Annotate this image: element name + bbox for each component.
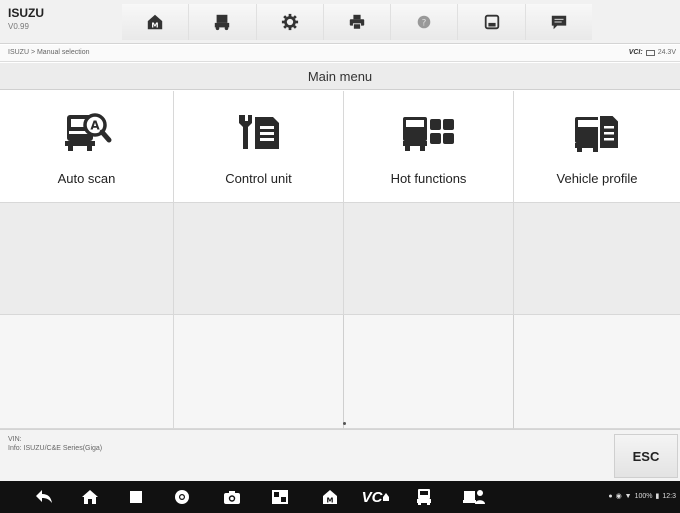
hot-functions-icon xyxy=(402,117,454,151)
control-unit-tile[interactable]: Control unit xyxy=(174,91,344,203)
empty-tile xyxy=(344,203,514,315)
browser-icon xyxy=(175,490,189,504)
hot-functions-tile[interactable]: Hot functions xyxy=(344,91,514,203)
vci-manager-button[interactable]: VC xyxy=(356,481,396,513)
home-icon: M xyxy=(147,14,163,29)
system-status-area: ● ◉ ▼ 100% ▮ 12:3 xyxy=(608,492,676,501)
browser-button[interactable] xyxy=(168,481,196,513)
android-home-icon xyxy=(82,490,98,504)
help-button[interactable]: ? xyxy=(391,4,459,40)
vci-nav-label: VC xyxy=(361,488,383,506)
svg-text:?: ? xyxy=(422,19,427,29)
control-unit-label: Control unit xyxy=(225,171,292,186)
vehicle-info-bar: VIN: Info: ISUZU/C&E Series(Giga) ESC xyxy=(0,429,680,481)
function-grid: A Auto scan Control unit Hot functions V… xyxy=(0,91,680,429)
screen-mirror-button[interactable] xyxy=(266,481,294,513)
truck-icon xyxy=(417,489,431,505)
breadcrumb: ISUZU > Manual selection xyxy=(8,49,90,56)
page-indicator-dot xyxy=(343,422,346,425)
vehicle-profile-icon xyxy=(575,114,620,152)
vci-voltage: 24.3V xyxy=(657,49,676,56)
vci-status: VCI: 24.3V xyxy=(629,49,676,56)
svg-text:M: M xyxy=(327,497,334,505)
system-nav-bar: M VC ● ◉ ▼ 100% ▮ 12:3 xyxy=(0,481,680,513)
clock: 12:3 xyxy=(662,492,676,500)
top-toolbar: ISUZU V0.99 M ? xyxy=(0,0,680,44)
svg-text:M: M xyxy=(152,20,159,29)
remote-support-icon xyxy=(463,490,485,504)
vehicle-profile-label: Vehicle profile xyxy=(556,171,638,186)
esc-button[interactable]: ESC xyxy=(614,434,678,478)
data-logging-icon xyxy=(551,15,567,30)
empty-tile xyxy=(0,203,174,315)
vehicle-profile-tile[interactable]: Vehicle profile xyxy=(514,91,680,203)
empty-tile xyxy=(514,315,680,429)
hot-functions-label: Hot functions xyxy=(390,171,467,186)
brand-version: V0.99 xyxy=(8,22,29,31)
vehicle-battery-icon xyxy=(645,49,655,56)
home-button[interactable]: M xyxy=(122,4,190,40)
location-icon: ● xyxy=(608,492,613,500)
vehicle-brand: ISUZU V0.99 xyxy=(8,6,44,31)
save-icon xyxy=(484,14,499,30)
breadcrumb-bar: ISUZU > Manual selection VCI: 24.3V xyxy=(0,45,680,62)
vci-connected-icon xyxy=(383,493,390,501)
settings-button[interactable] xyxy=(256,4,324,40)
toolbar-buttons: M ? xyxy=(122,4,592,40)
empty-tile xyxy=(514,203,680,315)
empty-tile xyxy=(344,315,514,429)
auto-scan-icon: A xyxy=(64,113,111,151)
print-icon xyxy=(349,14,365,30)
recent-apps-button[interactable] xyxy=(122,481,150,513)
empty-tile xyxy=(0,315,174,429)
vci-label: VCI: xyxy=(628,49,643,56)
control-unit-icon xyxy=(238,115,279,149)
empty-tile xyxy=(174,315,344,429)
maxisys-home-icon: M xyxy=(323,490,337,505)
svg-text:A: A xyxy=(90,119,100,133)
camera-button[interactable] xyxy=(218,481,246,513)
vin-label: VIN: xyxy=(8,436,22,443)
help-icon: ? xyxy=(417,15,431,29)
wifi-icon: ▼ xyxy=(624,492,632,500)
page-title: Main menu xyxy=(0,63,680,90)
back-icon xyxy=(36,490,52,503)
brand-title: ISUZU xyxy=(8,6,44,20)
vci-status-icon: ◉ xyxy=(615,493,622,500)
save-button[interactable] xyxy=(458,4,526,40)
camera-icon xyxy=(224,490,240,504)
vehicle-nav-button[interactable] xyxy=(410,481,438,513)
back-button[interactable] xyxy=(30,481,58,513)
empty-tile xyxy=(174,203,344,315)
screen-mirror-icon xyxy=(272,490,288,504)
remote-support-button[interactable] xyxy=(458,481,490,513)
vehicle-info-text: Info: ISUZU/C&E Series(Giga) xyxy=(8,445,103,452)
battery-percent: 100% xyxy=(634,492,653,500)
maxisys-home-button[interactable]: M xyxy=(316,481,344,513)
settings-gear-icon xyxy=(281,13,298,31)
print-button[interactable] xyxy=(323,4,392,40)
battery-icon: ▮ xyxy=(655,493,660,500)
auto-scan-label: Auto scan xyxy=(57,171,116,186)
vehicle-swap-icon xyxy=(215,14,230,31)
vehicle-swap-button[interactable] xyxy=(189,4,257,40)
data-logging-button[interactable] xyxy=(525,4,592,40)
home-nav-button[interactable] xyxy=(76,481,104,513)
auto-scan-tile[interactable]: A Auto scan xyxy=(0,91,174,203)
recent-apps-icon xyxy=(130,491,142,503)
